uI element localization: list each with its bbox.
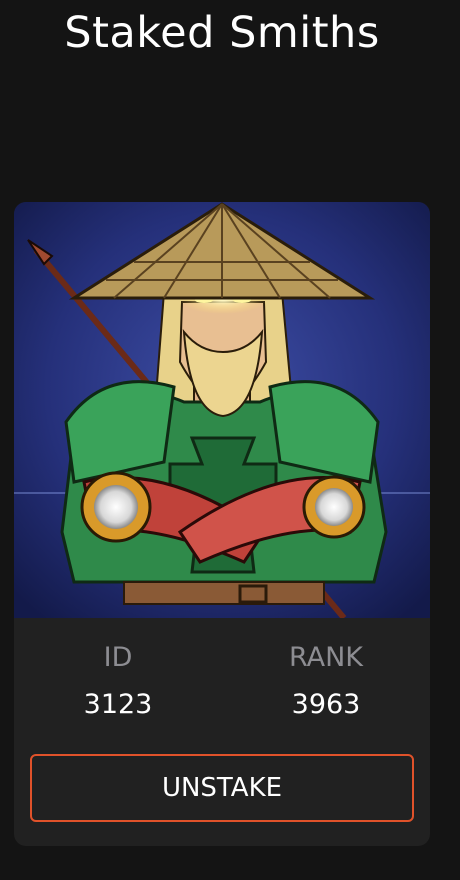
nft-artwork-image[interactable] <box>14 202 430 618</box>
rank-label: RANK <box>288 642 364 673</box>
rank-value: 3963 <box>291 689 361 720</box>
staked-nft-card: ID 3123 RANK 3963 UNSTAKE <box>14 202 430 846</box>
page-title: Staked Smiths <box>64 8 380 58</box>
unstake-button[interactable]: UNSTAKE <box>30 754 414 822</box>
id-value: 3123 <box>83 689 153 720</box>
id-label: ID <box>103 642 133 673</box>
